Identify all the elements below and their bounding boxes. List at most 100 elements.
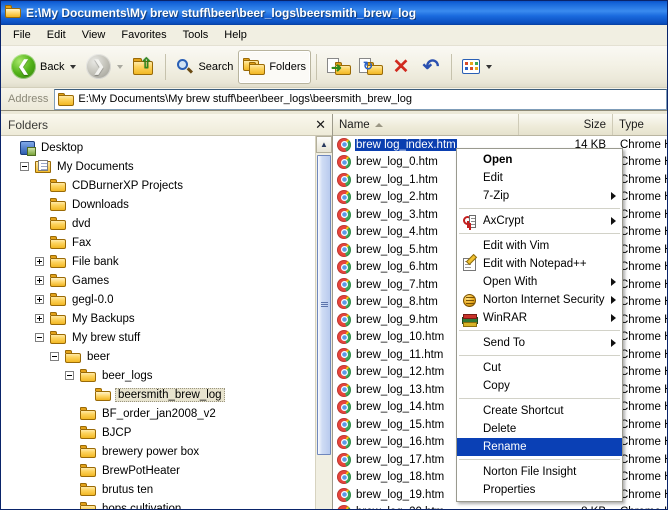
window-folder-icon — [5, 5, 21, 21]
scroll-grip-icon — [320, 302, 328, 308]
chrome-html-file-icon — [337, 277, 351, 292]
column-header-size-label: Size — [583, 118, 606, 131]
tree-node[interactable]: Fax — [1, 233, 315, 252]
tree-node[interactable]: CDBurnerXP Projects — [1, 176, 315, 195]
context-menu-item[interactable]: Copy — [457, 377, 622, 395]
tree-node[interactable]: beersmith_brew_log — [1, 385, 315, 404]
expand-plus-icon[interactable] — [35, 276, 44, 285]
axcrypt-icon — [461, 214, 478, 228]
expand-plus-icon[interactable] — [35, 314, 44, 323]
file-name-label: brew_log_13.htm — [356, 383, 445, 396]
menu-edit[interactable]: Edit — [39, 27, 74, 43]
up-button[interactable]: ⇧ — [128, 50, 160, 84]
file-name-label: brew_log_6.htm — [356, 261, 438, 274]
expand-plus-icon[interactable] — [35, 295, 44, 304]
table-row[interactable]: brew_log_20.htm 8 KBChrome H — [333, 504, 667, 509]
copy-to-button[interactable]: ↻ — [354, 50, 386, 84]
search-label: Search — [198, 60, 234, 73]
context-menu-item[interactable]: Open — [457, 151, 622, 169]
chrome-html-file-icon — [337, 487, 351, 502]
tree-node[interactable]: BF_order_jan2008_v2 — [1, 404, 315, 423]
context-menu-item[interactable]: Norton File Insight — [457, 463, 622, 481]
menu-view[interactable]: View — [74, 27, 114, 43]
menu-favorites[interactable]: Favorites — [113, 27, 174, 43]
folder-open-icon — [95, 388, 111, 401]
tree-node[interactable]: hops cultivation — [1, 499, 315, 509]
delete-button[interactable]: ✕ — [386, 50, 416, 84]
tree-node-label: beer_logs — [102, 369, 153, 382]
views-button[interactable] — [457, 50, 497, 84]
back-dropdown-icon[interactable] — [70, 64, 77, 69]
menu-help[interactable]: Help — [216, 27, 255, 43]
collapse-minus-icon[interactable] — [35, 333, 44, 342]
tree-node[interactable]: Downloads — [1, 195, 315, 214]
search-button[interactable]: Search — [171, 50, 238, 84]
tree-node[interactable]: My Backups — [1, 309, 315, 328]
context-menu-item[interactable]: Edit — [457, 169, 622, 187]
context-menu-item[interactable]: Edit with Vim — [457, 237, 622, 255]
column-header-type[interactable]: Type — [613, 114, 667, 135]
context-menu-item-label: Create Shortcut — [483, 405, 564, 417]
context-menu-item[interactable]: Properties — [457, 481, 622, 499]
context-menu-item[interactable]: Send To — [457, 334, 622, 352]
tree-node[interactable]: BrewPotHeater — [1, 461, 315, 480]
forward-button[interactable]: ❯ — [81, 50, 128, 84]
folder-icon — [50, 236, 66, 249]
collapse-minus-icon[interactable] — [65, 371, 74, 380]
tree-node[interactable]: My Documents — [1, 157, 315, 176]
context-menu-item[interactable]: AxCrypt — [457, 212, 622, 230]
tree-node[interactable]: File bank — [1, 252, 315, 271]
tree-node[interactable]: beer_logs — [1, 366, 315, 385]
chrome-html-file-icon — [337, 400, 351, 415]
context-menu-item[interactable]: 7-Zip — [457, 187, 622, 205]
tree-node[interactable]: brutus ten — [1, 480, 315, 499]
chrome-html-file-icon — [337, 470, 351, 485]
context-menu-item[interactable]: Open With — [457, 273, 622, 291]
context-menu-item[interactable]: Norton Internet Security — [457, 291, 622, 309]
context-menu-item[interactable]: Delete — [457, 420, 622, 438]
file-name-label: brew_log_1.htm — [356, 173, 438, 186]
tree-node-label: My Backups — [72, 312, 135, 325]
tree-node-label: dvd — [72, 217, 91, 230]
context-menu-item[interactable]: WinRAR — [457, 309, 622, 327]
scroll-thumb[interactable] — [317, 155, 331, 455]
tree-node[interactable]: brewery power box — [1, 442, 315, 461]
chrome-html-file-icon — [337, 330, 351, 345]
context-menu-item[interactable]: Edit with Notepad++ — [457, 255, 622, 273]
tree-node[interactable]: dvd — [1, 214, 315, 233]
tree-scrollbar[interactable]: ▲ — [315, 136, 332, 509]
undo-button[interactable]: ↶ — [416, 50, 446, 84]
back-label: Back — [40, 60, 65, 73]
back-button[interactable]: ❮ Back — [6, 50, 81, 84]
scroll-up-button[interactable]: ▲ — [316, 136, 332, 153]
tree-node-label: Fax — [72, 236, 92, 249]
explorer-window: E:\My Documents\My brew stuff\beer\beer_… — [0, 0, 668, 510]
file-name-label: brew_log_2.htm — [356, 191, 438, 204]
context-menu-item[interactable]: Rename — [457, 438, 622, 456]
tree-node[interactable]: My brew stuff — [1, 328, 315, 347]
move-to-folder-icon: ➜ — [327, 57, 352, 76]
tree-node[interactable]: BJCP — [1, 423, 315, 442]
move-to-button[interactable]: ➜ — [322, 50, 354, 84]
context-menu-item[interactable]: Cut — [457, 359, 622, 377]
tree-node[interactable]: beer — [1, 347, 315, 366]
column-header-name[interactable]: Name — [333, 114, 519, 135]
context-menu-item[interactable]: Create Shortcut — [457, 402, 622, 420]
collapse-minus-icon[interactable] — [50, 352, 59, 361]
tree-node[interactable]: Games — [1, 271, 315, 290]
folders-button[interactable]: Folders — [238, 49, 312, 84]
views-dropdown-icon[interactable] — [486, 64, 493, 69]
collapse-minus-icon[interactable] — [20, 162, 29, 171]
submenu-arrow-icon — [611, 192, 616, 200]
tree-node[interactable]: gegl-0.0 — [1, 290, 315, 309]
column-header-size[interactable]: Size — [519, 114, 613, 135]
tree-node-label: My brew stuff — [72, 331, 141, 344]
expand-plus-icon[interactable] — [35, 257, 44, 266]
context-menu-item-label: Delete — [483, 423, 517, 435]
close-icon[interactable]: ✕ — [315, 118, 326, 131]
address-input[interactable]: E:\My Documents\My brew stuff\beer\beer_… — [54, 88, 667, 110]
menu-file[interactable]: File — [5, 27, 39, 43]
menu-tools[interactable]: Tools — [175, 27, 217, 43]
forward-dropdown-icon[interactable] — [117, 64, 124, 69]
tree-node[interactable]: Desktop — [1, 138, 315, 157]
